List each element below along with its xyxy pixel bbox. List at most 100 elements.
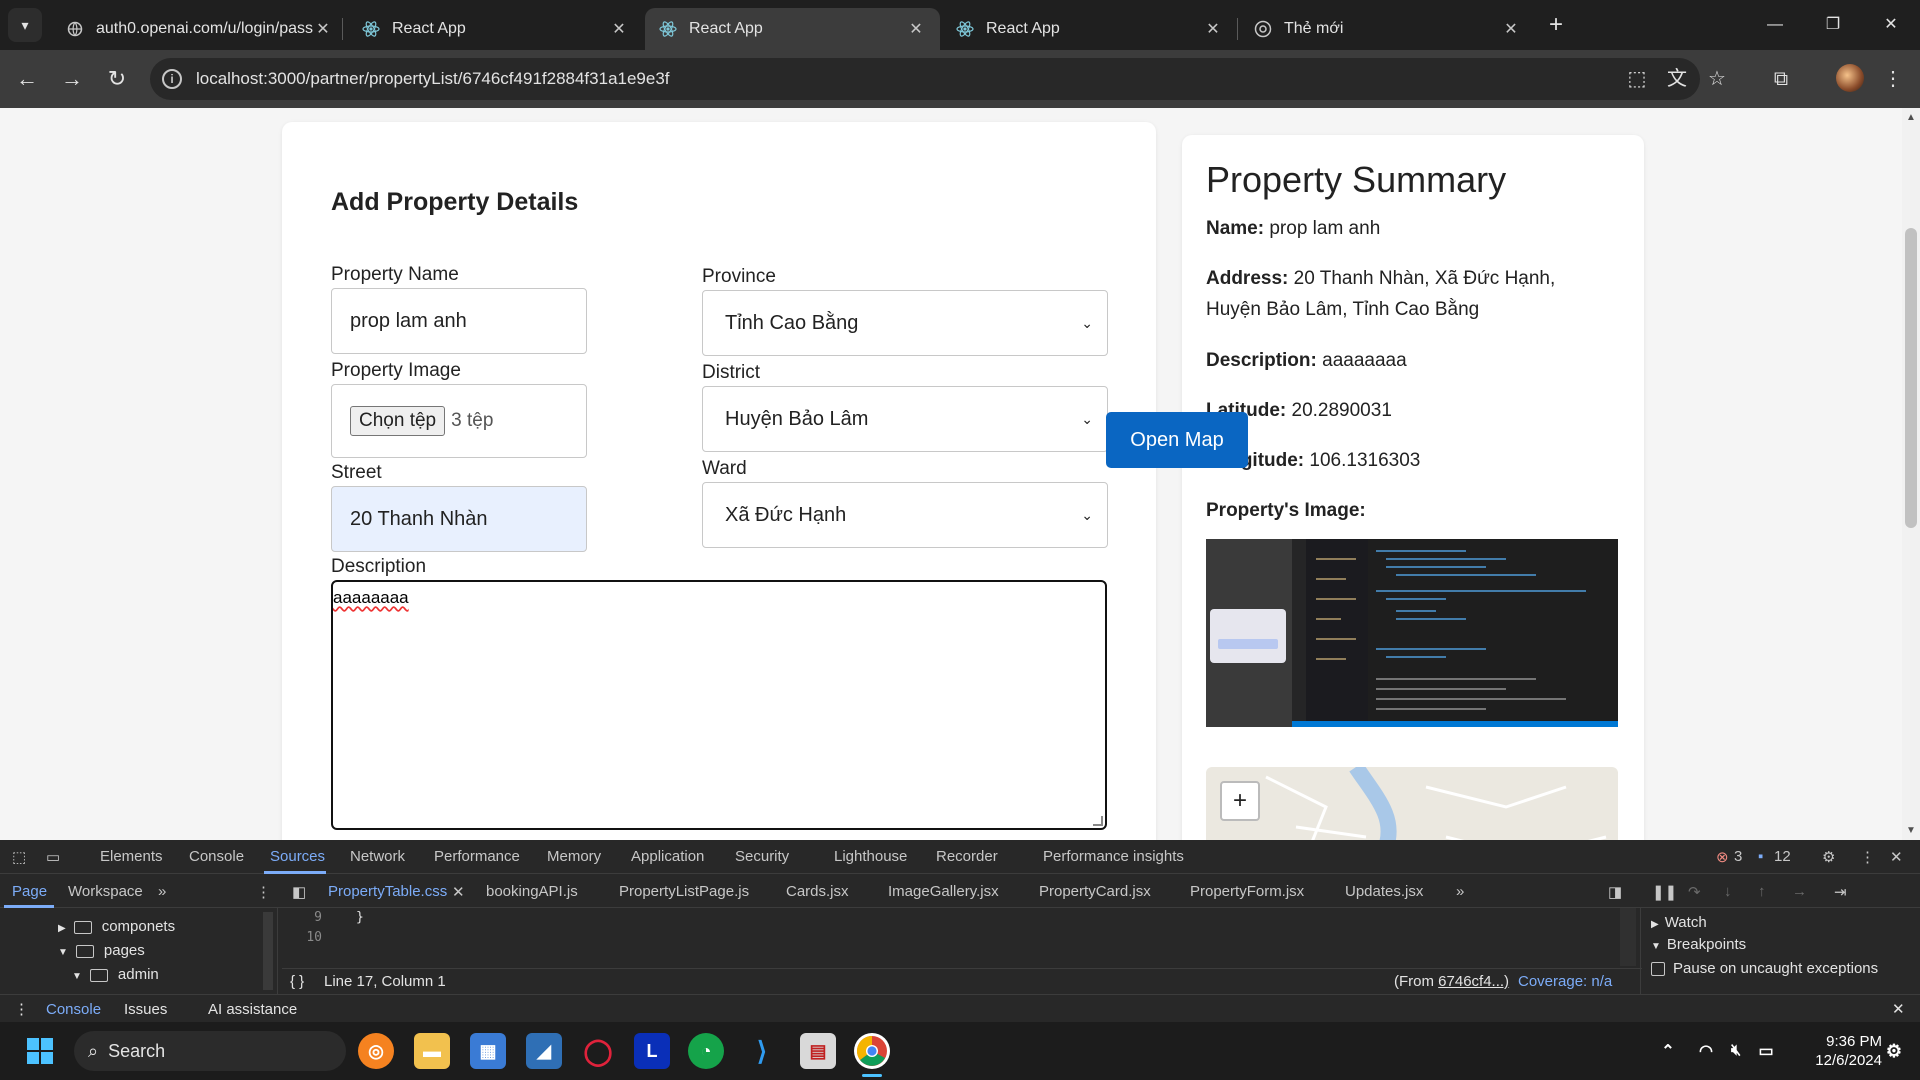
- property-name-input[interactable]: prop lam anh: [331, 288, 587, 354]
- error-icon[interactable]: ⊗: [1716, 848, 1729, 866]
- browser-tab[interactable]: auth0.openai.com/u/login/pass ✕: [52, 8, 347, 50]
- source-origin-link[interactable]: 6746cf4...): [1438, 973, 1509, 990]
- file-tab-cards[interactable]: Cards.jsx: [786, 883, 849, 900]
- inspect-element-icon[interactable]: ⬚: [12, 848, 26, 866]
- close-devtools-icon[interactable]: ✕: [1890, 848, 1903, 866]
- scroll-down-icon[interactable]: ▼: [1902, 825, 1920, 836]
- code-editor[interactable]: 9 } 10: [282, 908, 1636, 968]
- nav-tab-workspace[interactable]: Workspace: [68, 883, 143, 900]
- property-image-input[interactable]: Chọn tệp 3 tệp: [331, 384, 587, 458]
- edge-icon[interactable]: ◔: [688, 1033, 724, 1069]
- windows-start-icon[interactable]: [22, 1033, 58, 1069]
- file-explorer-icon[interactable]: ▬: [414, 1033, 450, 1069]
- restore-icon[interactable]: ❐: [1808, 10, 1858, 40]
- close-drawer-icon[interactable]: ✕: [1892, 1000, 1905, 1018]
- profile-avatar[interactable]: [1836, 64, 1864, 92]
- vscode-icon[interactable]: ⟩: [744, 1033, 780, 1069]
- close-window-icon[interactable]: ✕: [1866, 10, 1916, 40]
- devtools-menu-icon[interactable]: ⋮: [1860, 848, 1875, 866]
- pretty-print-icon[interactable]: { }: [290, 973, 304, 990]
- browser-tab[interactable]: React App ✕: [942, 8, 1237, 50]
- device-toolbar-icon[interactable]: ▭: [46, 848, 60, 866]
- more-tabs-icon[interactable]: »: [158, 883, 166, 900]
- open-map-button[interactable]: Open Map: [1106, 412, 1248, 468]
- watch-section[interactable]: ▶ Watch: [1651, 914, 1707, 931]
- resize-handle-icon[interactable]: [1093, 816, 1103, 826]
- message-icon[interactable]: ▪: [1758, 848, 1763, 865]
- coverage-status[interactable]: Coverage: n/a: [1518, 973, 1612, 990]
- tab-memory[interactable]: Memory: [547, 848, 601, 865]
- tab-sources[interactable]: Sources: [270, 848, 325, 865]
- file-tab-bookingapi[interactable]: bookingAPI.js: [486, 883, 578, 900]
- location-map[interactable]: +: [1206, 767, 1618, 840]
- choose-file-button[interactable]: Chọn tệp: [350, 406, 446, 436]
- battery-icon[interactable]: ▭: [1748, 1033, 1784, 1069]
- bookmark-star-icon[interactable]: ☆: [1704, 67, 1730, 91]
- file-tab-propertycard[interactable]: PropertyCard.jsx: [1039, 883, 1151, 900]
- minimize-icon[interactable]: —: [1750, 10, 1800, 40]
- tree-folder-componets[interactable]: ▶ componets: [58, 918, 175, 935]
- breakpoints-section[interactable]: ▼ Breakpoints: [1651, 936, 1746, 953]
- store-icon[interactable]: ▦: [470, 1033, 506, 1069]
- system-clock[interactable]: 9:36 PM 12/6/2024: [1792, 1032, 1882, 1070]
- tree-folder-admin[interactable]: ▼ admin: [72, 966, 159, 984]
- menu-kebab-icon[interactable]: ⋮: [1880, 67, 1906, 91]
- file-tab-propertytable-css[interactable]: PropertyTable.css: [328, 883, 447, 900]
- step-over-icon[interactable]: ↷: [1688, 883, 1701, 901]
- tab-lighthouse[interactable]: Lighthouse: [834, 848, 907, 865]
- file-tab-updates[interactable]: Updates.jsx: [1345, 883, 1423, 900]
- close-tab-icon[interactable]: ✕: [1203, 19, 1223, 39]
- page-scrollbar[interactable]: ▲ ▼: [1902, 108, 1920, 840]
- step-into-icon[interactable]: ↓: [1724, 883, 1732, 900]
- tab-elements[interactable]: Elements: [100, 848, 163, 865]
- app-icon-l[interactable]: L: [634, 1033, 670, 1069]
- nav-tab-page[interactable]: Page: [12, 883, 47, 900]
- opera-icon[interactable]: ◯: [580, 1033, 616, 1069]
- drawer-tab-ai-assistance[interactable]: AI assistance: [208, 1001, 297, 1018]
- close-file-icon[interactable]: ✕: [452, 883, 465, 901]
- drawer-menu-icon[interactable]: ⋮: [14, 1000, 29, 1018]
- scroll-up-icon[interactable]: ▲: [1902, 112, 1920, 123]
- step-out-icon[interactable]: ↑: [1758, 883, 1766, 900]
- file-tab-propertyform[interactable]: PropertyForm.jsx: [1190, 883, 1304, 900]
- step-icon[interactable]: →: [1792, 883, 1807, 900]
- site-info-icon[interactable]: i: [162, 69, 182, 89]
- drawer-tab-issues[interactable]: Issues: [124, 1001, 167, 1018]
- reload-icon[interactable]: ↻: [100, 62, 134, 96]
- app-icon-designer[interactable]: ◢: [526, 1033, 562, 1069]
- browser-tab-active[interactable]: React App ✕: [645, 8, 940, 50]
- province-select[interactable]: Tỉnh Cao Bằng ⌄: [702, 290, 1108, 356]
- drawer-tab-console[interactable]: Console: [46, 1001, 101, 1018]
- app-icon-browser[interactable]: ◎: [358, 1033, 394, 1069]
- toggle-sidebar-icon[interactable]: ◧: [292, 883, 306, 901]
- close-tab-icon[interactable]: ✕: [609, 19, 629, 39]
- close-tab-icon[interactable]: ✕: [1501, 19, 1521, 39]
- tab-performance[interactable]: Performance: [434, 848, 520, 865]
- district-select[interactable]: Huyện Bảo Lâm ⌄: [702, 386, 1108, 452]
- pause-exceptions-checkbox[interactable]: [1651, 961, 1665, 976]
- tab-application[interactable]: Application: [631, 848, 704, 865]
- deactivate-breakpoints-icon[interactable]: ⇥: [1834, 883, 1847, 901]
- pause-icon[interactable]: ❚❚: [1652, 883, 1677, 901]
- extensions-icon[interactable]: ⧉: [1768, 67, 1794, 91]
- settings-gear-icon[interactable]: ⚙: [1822, 848, 1835, 866]
- install-app-icon[interactable]: ⬚: [1624, 67, 1650, 91]
- more-files-icon[interactable]: »: [1456, 883, 1464, 900]
- close-tab-icon[interactable]: ✕: [906, 19, 926, 39]
- tree-scrollbar[interactable]: [263, 912, 273, 990]
- messages-count[interactable]: 12: [1774, 848, 1791, 865]
- notifications-icon[interactable]: ⚙: [1876, 1033, 1912, 1069]
- close-tab-icon[interactable]: ✕: [313, 19, 333, 39]
- tab-console[interactable]: Console: [189, 848, 244, 865]
- tab-security[interactable]: Security: [735, 848, 789, 865]
- file-tab-imagegallery[interactable]: ImageGallery.jsx: [888, 883, 999, 900]
- description-textarea[interactable]: aaaaaaaa: [331, 580, 1107, 830]
- ward-select[interactable]: Xã Đức Hạnh ⌄: [702, 482, 1108, 548]
- editor-scrollbar[interactable]: [1620, 908, 1636, 966]
- street-input[interactable]: 20 Thanh Nhàn: [331, 486, 587, 552]
- show-hidden-icons[interactable]: ⌃: [1650, 1033, 1686, 1069]
- errors-count[interactable]: 3: [1734, 848, 1742, 865]
- tab-network[interactable]: Network: [350, 848, 405, 865]
- forward-icon[interactable]: →: [55, 62, 89, 96]
- tab-performance-insights[interactable]: Performance insights: [1043, 848, 1184, 865]
